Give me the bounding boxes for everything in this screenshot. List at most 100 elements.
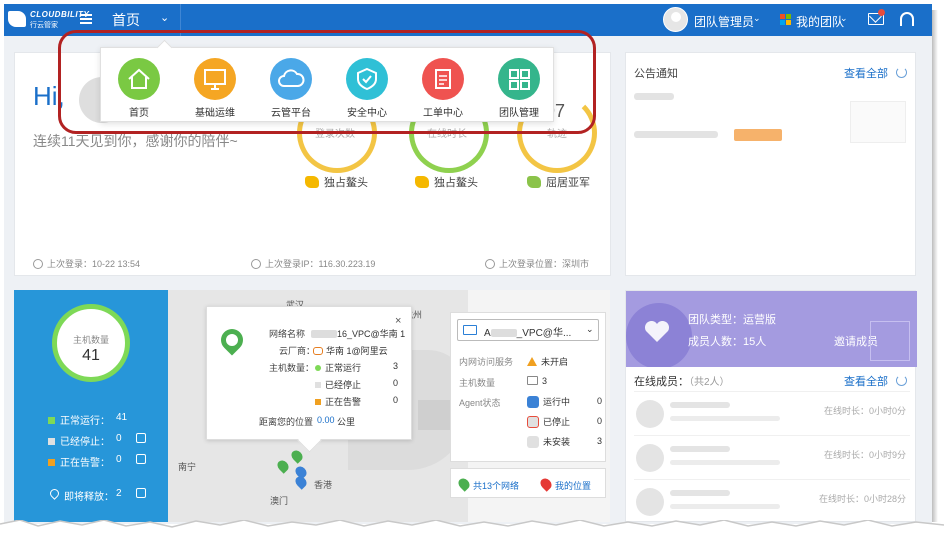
popup-host-label: 主机数量： (269, 363, 315, 373)
notice-thumbnail-image[interactable] (850, 101, 906, 143)
nav-home[interactable]: 首页 (112, 10, 140, 30)
popup-distance-label: 距离您的位置 (259, 417, 314, 427)
city-label: 南宁 (178, 462, 197, 472)
rank-text: 独占鳌头 (434, 177, 478, 189)
notification-dot (878, 9, 885, 16)
popup-alert-value: 0 (393, 395, 399, 405)
member-online-time: 在线时长：0小时0分 (823, 406, 906, 416)
host-stopped-value: 0 (116, 433, 122, 444)
app-switcher-dropdown: 首页 基础运维 云管平台 安全中心 工单中心 团队管理 (100, 47, 554, 122)
team-banner: 团队类型：运营版 成员人数：15人 邀请成员 (626, 291, 917, 367)
app-label: 云管平台 (271, 108, 311, 119)
alert-color-swatch (48, 459, 55, 466)
logo-subtitle: 行云管家 (30, 22, 58, 29)
app-team-management[interactable]: 团队管理 (489, 54, 549, 119)
host-stopped-stat: 已经停止： (48, 433, 110, 448)
globe-icon (251, 259, 261, 269)
vpc-selected-value: A _VPC@华... (484, 328, 572, 339)
vpc-host-label: 主机数量 (459, 378, 496, 388)
agent-stopped-icon (527, 416, 539, 428)
team-member-count: 成员人数：15人 (688, 336, 767, 348)
app-ticket-center[interactable]: 工单中心 (413, 54, 473, 119)
app-label: 首页 (129, 108, 149, 119)
popup-alert-row: 正在告警 (315, 395, 361, 408)
redacted-text (311, 330, 337, 338)
vpc-select[interactable]: A _VPC@华... ⌄ (457, 319, 599, 341)
windows-team-icon[interactable] (780, 14, 792, 26)
popup-running-row: 正常运行 (315, 361, 361, 374)
warning-icon (527, 357, 537, 366)
online-members-title: 在线成员：（共2人） (634, 376, 730, 388)
member-list-item[interactable]: 在线时长：0小时0分 (634, 391, 910, 433)
hamburger-menu-icon[interactable] (80, 14, 92, 24)
search-alert-icon[interactable] (136, 454, 146, 464)
notice-view-all-link[interactable]: 查看全部 (844, 65, 888, 81)
running-color-swatch (48, 417, 55, 424)
app-basic-ops[interactable]: 基础运维 (185, 54, 245, 119)
app-home[interactable]: 首页 (109, 54, 169, 119)
member-name (670, 490, 730, 496)
member-detail (670, 460, 780, 465)
location-pin-icon (485, 259, 495, 269)
stopped-color-swatch (48, 438, 55, 445)
notice-item-title[interactable] (634, 93, 674, 100)
members-view-all-link[interactable]: 查看全部 (844, 373, 888, 389)
team-chevron-down-icon[interactable]: ⌄ (840, 13, 848, 24)
agent-running-row: 运行中 (527, 395, 570, 408)
app-label: 团队管理 (499, 108, 539, 119)
popup-vendor-value: 华南 1@阿里云 (313, 344, 388, 357)
network-pin-icon (216, 324, 248, 357)
heart-icon (644, 321, 670, 342)
aliyun-icon (313, 347, 323, 355)
notice-card: 公告通知 查看全部 (625, 52, 916, 276)
last-login-location: 上次登录位置：深圳市 (485, 257, 589, 270)
popup-network-value: 16_VPC@华南 1 (311, 327, 405, 340)
member-name (670, 446, 730, 452)
app-label: 工单中心 (423, 108, 463, 119)
rank-badge: 屈居亚军 (527, 174, 590, 190)
search-stopped-icon[interactable] (136, 433, 146, 443)
notice-title: 公告通知 (634, 68, 678, 80)
host-release-label: 即将释放： (64, 492, 114, 503)
headset-support-icon[interactable] (900, 12, 914, 26)
search-release-icon[interactable] (136, 488, 146, 498)
rank-text: 独占鳌头 (324, 177, 368, 189)
member-avatar (636, 444, 664, 472)
clipboard-icon (422, 58, 464, 100)
chevron-down-icon[interactable]: ⌄ (586, 324, 594, 335)
member-list-item[interactable]: 在线时长：0小时28分 (634, 479, 910, 521)
popup-distance-value: 0.00 (317, 415, 335, 425)
rank-badge: 独占鳌头 (415, 174, 478, 190)
user-name[interactable]: 团队管理员 (694, 13, 754, 30)
refresh-icon[interactable] (896, 67, 907, 78)
chevron-down-icon[interactable]: ⌄ (160, 11, 169, 24)
rank-text: 屈居亚军 (546, 177, 590, 189)
app-window: CLOUDBILITY 行云管家 首页 ⌄ 团队管理员 ⌄ 我的团队 ⌄ Hi,… (4, 4, 932, 524)
member-online-time: 在线时长：0小时9分 (823, 450, 906, 460)
agent-running-value: 0 (597, 396, 603, 406)
refresh-icon[interactable] (896, 375, 907, 386)
notice-item-badge (734, 129, 782, 141)
user-chevron-down-icon[interactable]: ⌄ (753, 13, 761, 24)
host-alert-value: 0 (116, 454, 122, 465)
network-count-link[interactable]: 共13个网络 (473, 479, 519, 492)
city-label: 澳门 (270, 496, 289, 506)
trajectory-label: 轨迹 (547, 129, 567, 140)
host-release-value: 2 (116, 488, 122, 499)
member-list-item[interactable]: 在线时长：0小时9分 (634, 435, 910, 477)
host-running-stat: 正常运行： (48, 412, 110, 427)
user-avatar[interactable] (663, 7, 688, 32)
team-switcher[interactable]: 我的团队 (796, 13, 844, 30)
grid-decoration-icon (870, 321, 910, 361)
member-avatar (636, 400, 664, 428)
vpc-details-panel: A _VPC@华... ⌄ 内网访问服务 未开启 主机数量 3 Agent状态 运… (450, 312, 606, 462)
my-location-pin-icon (538, 476, 554, 492)
monitor-icon (527, 376, 538, 385)
app-security-center[interactable]: 安全中心 (337, 54, 397, 119)
last-login-time: 上次登录：10-22 13:54 (33, 257, 140, 270)
app-cloud-platform[interactable]: 云管平台 (261, 54, 321, 119)
host-count-value: 41 (82, 347, 100, 364)
my-location-link[interactable]: 我的位置 (555, 479, 591, 492)
popup-stopped-row: 已经停止 (315, 378, 361, 391)
close-icon[interactable]: × (395, 315, 401, 327)
